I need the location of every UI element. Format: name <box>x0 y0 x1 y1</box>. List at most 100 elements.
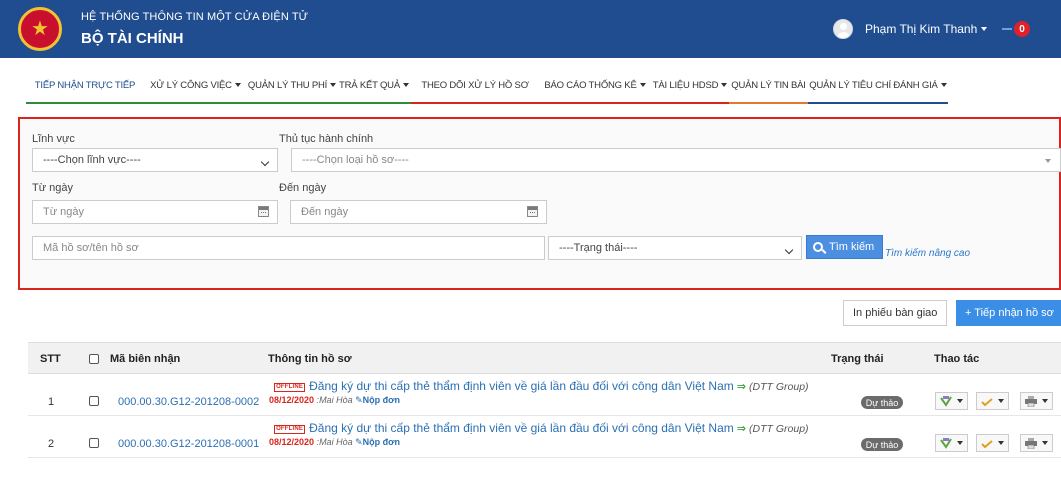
nav-xu-ly-cong-viec[interactable]: XỬ LÝ CÔNG VIỆC <box>144 68 247 104</box>
row-status: Dự thảo <box>861 438 903 451</box>
notification-button[interactable]: 0 <box>1002 21 1030 37</box>
code-search-input[interactable]: Mã hồ sơ/tên hồ sơ <box>32 236 545 260</box>
edit-icon: ✎ <box>355 437 363 447</box>
records-table: STT Mã biên nhận Thông tin hồ sơ Trạng t… <box>28 342 1061 458</box>
field-select[interactable]: ----Chọn lĩnh vực---- <box>32 148 278 172</box>
approve-action-button[interactable] <box>935 434 968 452</box>
nav-label: BÁO CÁO THỐNG KÊ <box>544 79 637 91</box>
header-status: Trạng thái <box>831 352 884 365</box>
status-select[interactable]: ----Trạng thái---- <box>548 236 802 260</box>
record-person: Mai Hòa <box>319 437 353 447</box>
nav-underline <box>411 102 539 104</box>
chevron-down-icon <box>957 399 963 403</box>
search-button[interactable]: Tìm kiếm <box>806 235 884 259</box>
record-title-link[interactable]: Đăng ký dự thi cấp thẻ thẩm định viên về… <box>309 421 734 435</box>
nav-tai-lieu-hdsd[interactable]: TÀI LIỆU HDSD <box>651 68 729 104</box>
chevron-down-icon <box>998 441 1004 445</box>
row-stt: 1 <box>48 396 55 408</box>
user-name: Phạm Thị Kim Thanh <box>865 22 978 36</box>
nav-label: XỬ LÝ CÔNG VIỆC <box>150 79 232 91</box>
search-icon <box>813 242 823 252</box>
search-panel: Lĩnh vực ----Chọn lĩnh vực---- Thủ tục h… <box>18 117 1061 290</box>
check-icon <box>981 397 993 406</box>
row-status: Dự thảo <box>861 396 903 409</box>
chevron-down-icon <box>234 83 241 87</box>
nav-label: TÀI LIỆU HDSD <box>652 79 719 91</box>
notification-badge: 0 <box>1014 21 1030 37</box>
nav-label: QUẢN LÝ THU PHÍ <box>247 79 328 91</box>
chevron-down-icon <box>639 83 646 87</box>
header-actions: Thao tác <box>934 352 980 365</box>
procedure-label: Thủ tục hành chính <box>279 133 374 145</box>
nav-underline <box>808 102 948 104</box>
procedure-select[interactable]: ----Chọn loại hồ sơ---- <box>291 148 1061 172</box>
app-header: ★ HỆ THỐNG THÔNG TIN MỘT CỬA ĐIỆN TỬ BỘ … <box>0 0 1061 58</box>
print-action-button[interactable] <box>1020 434 1053 452</box>
nav-theo-doi-xu-ly-ho-so[interactable]: THEO DÕI XỬ LÝ HỒ SƠ <box>411 68 539 104</box>
offline-badge: OFFLINE <box>274 425 306 434</box>
advanced-search-link[interactable]: Tìm kiếm nâng cao <box>885 248 970 259</box>
add-record-button[interactable]: + Tiếp nhận hồ sơ <box>956 300 1061 326</box>
print-handover-button[interactable]: In phiếu bàn giao <box>843 300 948 326</box>
nav-tra-ket-qua[interactable]: TRẢ KẾT QUẢ <box>337 68 411 104</box>
record-title-link[interactable]: Đăng ký dự thi cấp thẻ thẩm định viên về… <box>309 379 734 393</box>
record-group: (DTT Group) <box>749 423 809 435</box>
avatar <box>833 19 853 39</box>
row-code-link[interactable]: 000.00.30.G12-201208-0001 <box>118 438 259 450</box>
record-date: 08/12/2020 <box>269 437 315 447</box>
header-select-all[interactable] <box>89 343 99 374</box>
calendar-icon[interactable] <box>527 206 538 217</box>
check-icon <box>981 439 993 448</box>
nav-bao-cao-thong-ke[interactable]: BÁO CÁO THỐNG KÊ <box>539 68 651 104</box>
print-action-button[interactable] <box>1020 392 1053 410</box>
bell-icon <box>1002 28 1012 30</box>
printer-icon <box>1025 437 1037 449</box>
user-menu[interactable]: Phạm Thị Kim Thanh <box>833 19 988 39</box>
calendar-icon[interactable] <box>258 206 269 217</box>
row-info: OFFLINE Đăng ký dự thi cấp thẻ thẩm định … <box>269 421 809 447</box>
search-button-label: Tìm kiếm <box>829 241 875 253</box>
select-all-checkbox[interactable] <box>89 353 99 364</box>
chevron-down-icon <box>1042 441 1048 445</box>
chevron-down-icon <box>1045 159 1051 163</box>
record-date: 08/12/2020 <box>269 395 315 405</box>
table-row: 2 000.00.30.G12-201208-0001 OFFLINE Đăng … <box>28 416 1061 458</box>
row-code-link[interactable]: 000.00.30.G12-201208-0002 <box>118 396 259 408</box>
code-search-placeholder: Mã hồ sơ/tên hồ sơ <box>43 242 139 254</box>
edit-icon: ✎ <box>355 395 363 405</box>
nav-label: QUẢN LÝ TIN BÀI <box>731 79 806 91</box>
arrow-right-icon: ⇒ <box>736 423 746 435</box>
nav-quan-ly-tieu-chi-danh-gia[interactable]: QUẢN LÝ TIÊU CHÍ ĐÁNH GIÁ <box>808 68 948 104</box>
procedure-select-value: ----Chọn loại hồ sơ---- <box>302 154 409 166</box>
process-action-button[interactable] <box>976 392 1009 410</box>
from-date-label: Từ ngày <box>32 182 73 194</box>
record-group: (DTT Group) <box>749 381 809 393</box>
nav-label: THEO DÕI XỬ LÝ HỒ SƠ <box>421 79 529 91</box>
nav-tiep-nhan-truc-tiep[interactable]: TIẾP NHẬN TRỰC TIẾP <box>26 68 144 104</box>
nav-quan-ly-tin-bai[interactable]: QUẢN LÝ TIN BÀI <box>729 68 808 104</box>
table-header: STT Mã biên nhận Thông tin hồ sơ Trạng t… <box>28 342 1061 374</box>
header-stt: STT <box>40 352 61 365</box>
approve-icon <box>940 437 952 449</box>
chevron-down-icon <box>998 399 1004 403</box>
row-checkbox[interactable] <box>89 396 99 406</box>
from-date-field[interactable]: Từ ngày <box>32 200 278 224</box>
chevron-down-icon <box>940 83 947 87</box>
nav-label: TRẢ KẾT QUẢ <box>339 79 400 91</box>
chevron-down-icon <box>981 27 988 31</box>
approve-action-button[interactable] <box>935 392 968 410</box>
row-checkbox[interactable] <box>89 438 99 448</box>
nav-quan-ly-thu-phi[interactable]: QUẢN LÝ THU PHÍ <box>247 68 337 104</box>
row-info: OFFLINE Đăng ký dự thi cấp thẻ thẩm định … <box>269 379 809 405</box>
to-date-field[interactable]: Đến ngày <box>290 200 547 224</box>
nav-underline <box>651 102 729 104</box>
submit-link[interactable]: ✎Nộp đơn <box>355 395 400 405</box>
arrow-right-icon: ⇒ <box>736 381 746 393</box>
field-label: Lĩnh vực <box>32 133 75 145</box>
process-action-button[interactable] <box>976 434 1009 452</box>
org-title: BỘ TÀI CHÍNH <box>81 30 184 47</box>
chevron-down-icon <box>260 157 270 167</box>
nav-underline <box>26 102 144 104</box>
nav-underline <box>144 102 247 104</box>
submit-link[interactable]: ✎Nộp đơn <box>355 437 400 447</box>
